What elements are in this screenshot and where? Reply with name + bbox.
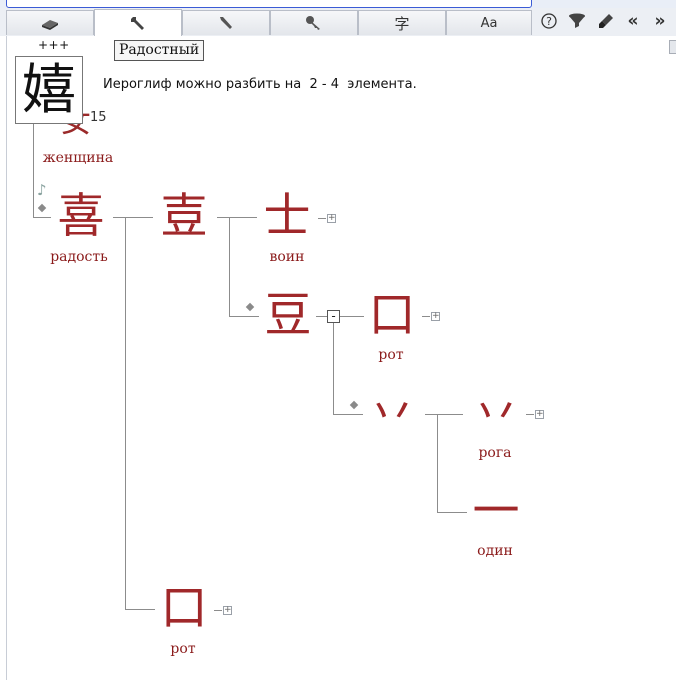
tree-line [316, 316, 364, 317]
tab-brush[interactable] [182, 10, 270, 35]
diamond-marker [349, 400, 359, 410]
brush-icon [220, 17, 232, 29]
node-one-label: один [477, 543, 513, 559]
key-icon [306, 16, 320, 30]
node-bean[interactable]: 豆 [260, 292, 316, 339]
search-field[interactable] [6, 0, 532, 8]
node-one[interactable]: 一 [468, 488, 524, 535]
tree-line [526, 414, 534, 415]
node-horns[interactable]: 丷 [468, 390, 524, 437]
node-warrior-label: воин [269, 249, 305, 265]
tree-line [333, 414, 363, 415]
main-character-glyph: 嬉 [22, 58, 76, 121]
expand-button[interactable]: + [223, 606, 232, 615]
tree-line [422, 316, 430, 317]
tree-line [437, 414, 438, 512]
node-joy[interactable]: 喜 [53, 193, 109, 240]
scrollbar[interactable] [669, 40, 676, 54]
tree-line [425, 414, 463, 415]
wrench-icon [131, 17, 144, 30]
tree-line [217, 217, 257, 218]
tab-key[interactable] [270, 10, 358, 35]
tree-line [333, 316, 334, 414]
tree-line [214, 610, 222, 611]
help-icon[interactable]: ? [537, 10, 561, 32]
node-warrior[interactable]: 士 [259, 193, 315, 240]
node-horns-label: рога [478, 445, 512, 461]
tab-font[interactable]: Aa [446, 10, 532, 35]
tree-line [229, 217, 230, 316]
collapse-button[interactable]: - [327, 310, 340, 323]
tree-line [33, 217, 51, 218]
tab-character-label: 字 [394, 14, 410, 33]
tree-line [318, 218, 326, 219]
node-drum[interactable]: 壴 [156, 193, 212, 240]
book-icon [42, 20, 58, 30]
expand-button[interactable]: + [535, 410, 544, 419]
plus-marks: +++ [38, 38, 70, 52]
prev-button[interactable]: « [621, 10, 645, 32]
tab-tools[interactable] [94, 9, 182, 36]
funnel-icon[interactable] [565, 10, 589, 32]
content-border [6, 36, 7, 680]
tree-line [125, 609, 155, 610]
node-joy-label: радость [50, 249, 108, 265]
diamond-marker [37, 203, 47, 213]
tree-line [125, 217, 126, 609]
tab-character[interactable]: 字 [358, 10, 446, 35]
tab-book[interactable] [6, 10, 94, 35]
tooltip: Радостный [114, 40, 205, 61]
next-button[interactable]: » [648, 10, 672, 32]
node-mouth[interactable]: 口 [364, 292, 420, 339]
node-mouth-label: рот [378, 347, 404, 363]
svg-text:?: ? [546, 15, 552, 28]
stroke-count: 15 [90, 110, 107, 125]
tree-line [437, 512, 467, 513]
tree-line [33, 124, 34, 218]
node-mouth-bottom[interactable]: 口 [156, 585, 212, 632]
decomposition-text: Иероглиф можно разбить на 2 - 4 элемента… [103, 77, 417, 92]
diamond-marker [245, 302, 255, 312]
main-character[interactable]: 嬉 [15, 56, 83, 124]
radical-label: женщина [42, 150, 114, 166]
tab-font-label: Aa [480, 15, 498, 31]
music-note-icon: ♪ [37, 181, 47, 199]
expand-button[interactable]: + [327, 214, 336, 223]
node-mouth-bottom-label: рот [170, 641, 196, 657]
node-top-part[interactable]: 丷 [364, 390, 420, 437]
tree-line [229, 316, 259, 317]
expand-button[interactable]: + [431, 312, 440, 321]
eraser-icon[interactable] [594, 10, 618, 32]
tree-line [113, 217, 153, 218]
